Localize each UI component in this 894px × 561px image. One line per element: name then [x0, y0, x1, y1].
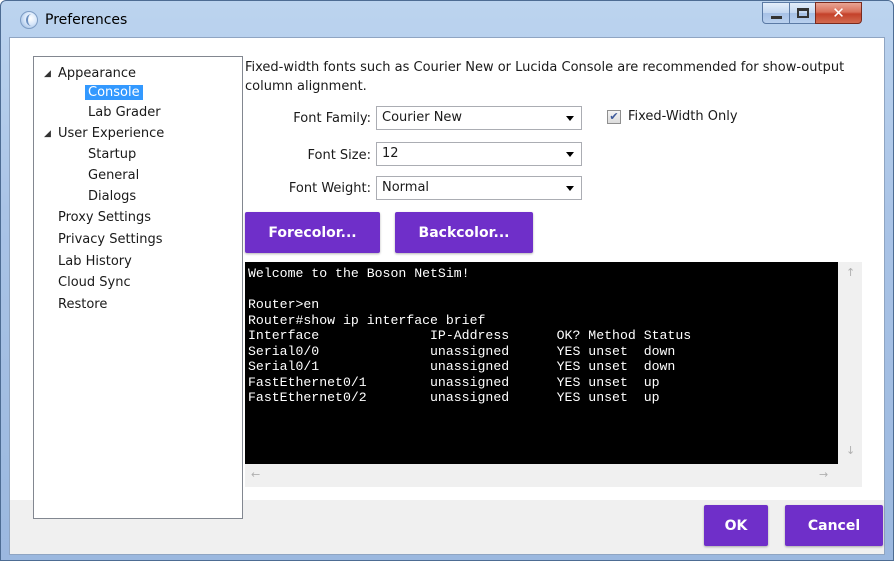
font-weight-label: Font Weight: — [288, 181, 371, 196]
tree-item-appearance[interactable]: ◢ Appearance — [44, 65, 136, 84]
font-family-label: Font Family: — [293, 111, 371, 126]
scroll-left-icon[interactable]: ← — [251, 468, 260, 481]
ok-button[interactable]: OK — [704, 505, 768, 546]
app-icon — [20, 11, 38, 29]
tree-item-console[interactable]: Console — [85, 84, 143, 103]
tree-item-lab-history[interactable]: Lab History — [58, 253, 132, 272]
font-weight-select[interactable]: Normal — [376, 176, 582, 200]
tree-item-privacy-settings[interactable]: Privacy Settings — [58, 231, 163, 250]
tree-item-startup[interactable]: Startup — [88, 146, 136, 165]
tree-item-lab-grader[interactable]: Lab Grader — [88, 104, 161, 123]
scroll-corner — [838, 464, 862, 487]
tree-item-dialogs[interactable]: Dialogs — [88, 188, 136, 207]
dialog-content: ◢ Appearance Console Lab Grader ◢ User Exp… — [9, 37, 885, 555]
console-description: Fixed-width fonts such as Courier New or… — [245, 60, 845, 94]
console-line: Serial0/1 unassigned YES unset down — [248, 359, 676, 374]
expand-arrow-icon[interactable]: ◢ — [44, 125, 58, 143]
expand-arrow-icon[interactable]: ◢ — [44, 65, 58, 83]
font-family-value: Courier New — [382, 110, 463, 125]
close-icon: ✕ — [832, 4, 845, 22]
title-bar[interactable]: Preferences ✕ — [1, 1, 893, 37]
maximize-icon — [796, 8, 809, 18]
window-title: Preferences — [45, 12, 128, 28]
chevron-down-icon — [566, 186, 574, 191]
maximize-button[interactable] — [789, 2, 816, 24]
tree-item-user-experience[interactable]: ◢ User Experience — [44, 125, 164, 144]
cancel-button[interactable]: Cancel — [785, 505, 883, 546]
backcolor-button[interactable]: Backcolor... — [395, 212, 533, 253]
console-line: Router#show ip interface brief — [248, 312, 486, 328]
tree-item-cloud-sync[interactable]: Cloud Sync — [58, 274, 131, 293]
chevron-down-icon — [566, 116, 574, 121]
console-line: Router>en — [248, 297, 320, 312]
font-size-label: Font Size: — [307, 148, 371, 163]
fixed-width-checkbox[interactable]: ✔ — [607, 110, 621, 124]
console-line: Welcome to the Boson NetSim! — [248, 266, 470, 281]
tree-item-restore[interactable]: Restore — [58, 296, 107, 315]
console-vertical-scrollbar[interactable]: ↑ ↓ — [838, 262, 862, 464]
console-line: FastEthernet0/1 unassigned YES unset up — [248, 374, 660, 390]
font-size-select[interactable]: 12 — [376, 142, 582, 166]
fixed-width-label[interactable]: Fixed-Width Only — [628, 109, 738, 124]
tree-item-general[interactable]: General — [88, 167, 139, 186]
scroll-right-icon[interactable]: → — [819, 468, 828, 481]
console-preview: Welcome to the Boson NetSim!​Router>enRo… — [245, 262, 838, 464]
font-size-value: 12 — [382, 146, 399, 161]
chevron-down-icon — [566, 152, 574, 157]
console-horizontal-scrollbar[interactable]: ← → — [245, 464, 838, 487]
minimize-icon — [770, 15, 782, 19]
font-weight-value: Normal — [382, 180, 430, 195]
console-line: FastEthernet0/2 unassigned YES unset up — [248, 390, 660, 405]
font-family-select[interactable]: Courier New — [376, 106, 582, 130]
console-line: Interface IP-Address OK? Method Status — [248, 328, 692, 343]
scroll-down-icon[interactable]: ↓ — [846, 444, 855, 457]
close-button[interactable]: ✕ — [815, 2, 862, 24]
forecolor-button[interactable]: Forecolor... — [245, 212, 380, 253]
console-line: Serial0/0 unassigned YES unset down — [248, 343, 676, 359]
preferences-window: Preferences ✕ ◢ Appearance Console Lab Gr… — [0, 0, 894, 561]
console-line: ​ — [248, 282, 838, 298]
settings-tree[interactable]: ◢ Appearance Console Lab Grader ◢ User Exp… — [33, 56, 243, 519]
tree-item-proxy-settings[interactable]: Proxy Settings — [58, 209, 151, 228]
scroll-up-icon[interactable]: ↑ — [846, 266, 855, 279]
minimize-button[interactable] — [762, 2, 790, 24]
